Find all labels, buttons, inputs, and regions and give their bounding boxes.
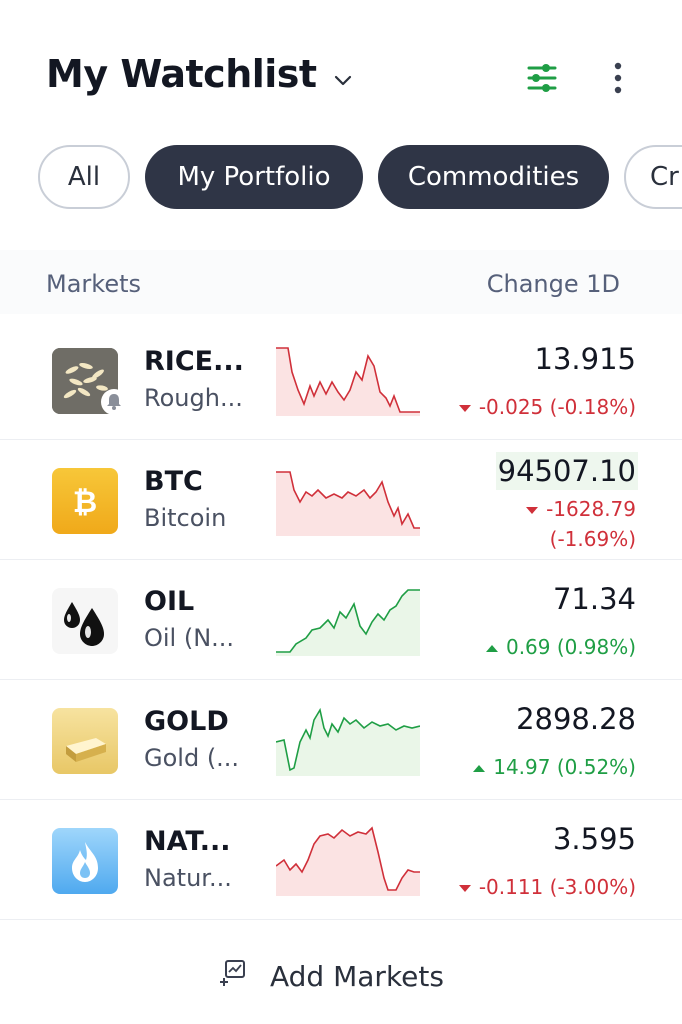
- tab-my-portfolio[interactable]: My Portfolio: [145, 145, 363, 209]
- category-tabs: All My Portfolio Commodities Cr: [0, 145, 682, 213]
- column-header: Markets Change 1D: [0, 250, 682, 314]
- market-price: 13.915: [534, 342, 636, 376]
- tab-all[interactable]: All: [38, 145, 130, 209]
- bitcoin-icon: ₿: [52, 468, 118, 534]
- tab-commodities[interactable]: Commodities: [378, 145, 609, 209]
- bell-icon: [101, 389, 127, 415]
- oil-drops-icon: [52, 588, 118, 654]
- market-row-btc[interactable]: ₿ BTC Bitcoin 94507.10 -1628.79 (-1.69%): [0, 440, 682, 560]
- sparkline-chart: [276, 347, 420, 416]
- market-change: 0.69 (0.98%): [485, 632, 636, 662]
- chevron-down-icon[interactable]: [330, 68, 356, 94]
- watchlist-header: My Watchlist: [0, 0, 682, 140]
- market-price: 94507.10: [495, 452, 638, 490]
- triangle-down-icon: [458, 885, 471, 892]
- more-vertical-icon[interactable]: [604, 60, 632, 96]
- market-price: 71.34: [552, 582, 636, 616]
- sparkline-chart: [276, 707, 420, 776]
- svg-text:₿: ₿: [73, 485, 97, 520]
- flame-icon: [52, 828, 118, 894]
- market-symbol: BTC: [144, 466, 203, 497]
- market-row-oil[interactable]: OIL Oil (N... 71.34 0.69 (0.98%): [0, 560, 682, 680]
- market-row-gold[interactable]: GOLD Gold (... 2898.28 14.97 (0.52%): [0, 680, 682, 800]
- market-name: Natur...: [144, 864, 232, 892]
- gold-bar-icon: [52, 708, 118, 774]
- triangle-down-icon: [526, 507, 539, 514]
- market-row-rice[interactable]: RICE... Rough... 13.915 -0.025 (-0.18%): [0, 320, 682, 440]
- add-markets-label: Add Markets: [270, 960, 444, 993]
- market-name: Rough...: [144, 384, 243, 412]
- market-row-natgas[interactable]: NAT... Natur... 3.595 -0.111 (-3.00%): [0, 800, 682, 920]
- market-symbol: GOLD: [144, 706, 229, 737]
- market-change: -0.111 (-3.00%): [458, 872, 636, 902]
- market-price: 3.595: [552, 822, 636, 856]
- market-name: Oil (N...: [144, 624, 235, 652]
- sparkline-chart: [276, 589, 420, 656]
- sliders-icon[interactable]: [524, 60, 560, 96]
- triangle-down-icon: [458, 405, 471, 412]
- triangle-up-icon: [485, 645, 498, 652]
- add-markets-button[interactable]: Add Markets: [0, 930, 682, 1024]
- page-title[interactable]: My Watchlist: [46, 52, 317, 96]
- market-name: Bitcoin: [144, 504, 227, 532]
- add-markets-icon: [220, 960, 245, 986]
- market-symbol: OIL: [144, 586, 195, 617]
- market-name: Gold (...: [144, 744, 240, 772]
- market-price: 2898.28: [516, 702, 636, 736]
- market-symbol: NAT...: [144, 826, 231, 857]
- market-change: 14.97 (0.52%): [473, 752, 636, 782]
- sparkline-chart: [276, 471, 420, 536]
- market-change: -0.025 (-0.18%): [458, 392, 636, 422]
- market-symbol: RICE...: [144, 346, 244, 377]
- change-column-label[interactable]: Change 1D: [487, 270, 620, 298]
- market-change: -1628.79 (-1.69%): [526, 494, 636, 554]
- triangle-up-icon: [473, 765, 486, 772]
- markets-column-label[interactable]: Markets: [46, 270, 141, 298]
- sparkline-chart: [276, 826, 420, 896]
- tab-crypto-partial[interactable]: Cr: [624, 145, 682, 209]
